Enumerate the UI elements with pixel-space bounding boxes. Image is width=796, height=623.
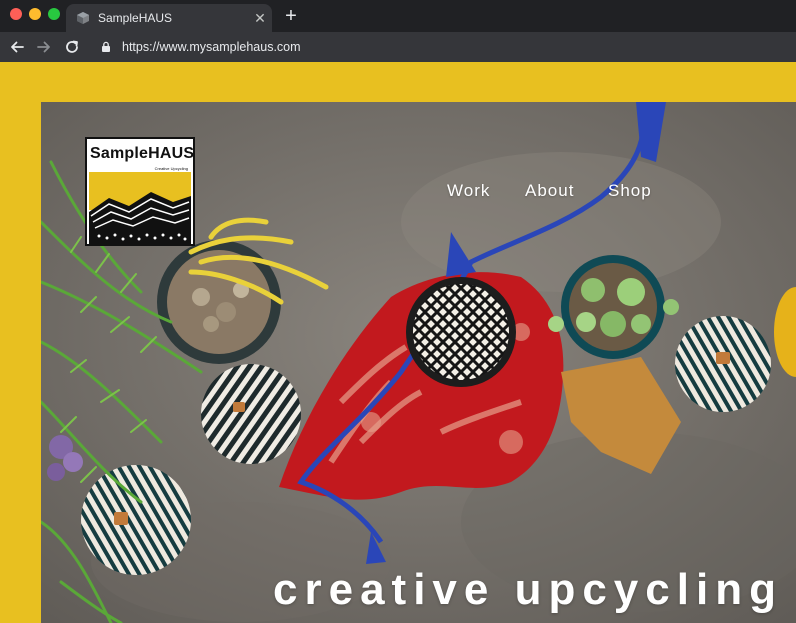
logo-tagline: Creative Upcycling — [154, 166, 188, 171]
browser-toolbar: https://www.mysamplehaus.com — [0, 32, 796, 62]
reload-button[interactable] — [61, 36, 83, 58]
site-logo[interactable]: SampleHAUS Creative Upcycling — [85, 137, 195, 246]
close-window-button[interactable] — [10, 8, 22, 20]
hero-headline: creative upcycling — [273, 565, 783, 614]
forward-button[interactable] — [33, 36, 55, 58]
logo-wordmark: SampleHAUS — [90, 145, 195, 162]
arrow-right-icon — [37, 41, 50, 53]
tab-strip: SampleHAUS ✕ + — [0, 0, 796, 32]
logo-mountain-art — [89, 172, 191, 244]
tab-title: SampleHAUS — [98, 11, 173, 25]
page-viewport: SampleHAUS Creative Upcycling Work About… — [0, 62, 796, 623]
url-text: https://www.mysamplehaus.com — [122, 40, 301, 54]
back-button[interactable] — [6, 36, 28, 58]
new-tab-button[interactable]: + — [280, 5, 302, 27]
close-tab-icon[interactable]: ✕ — [248, 10, 272, 27]
minimize-window-button[interactable] — [29, 8, 41, 20]
reload-icon — [66, 40, 78, 53]
hero-image: SampleHAUS Creative Upcycling Work About… — [41, 102, 796, 623]
address-bar[interactable]: https://www.mysamplehaus.com — [92, 35, 792, 59]
nav-link-shop[interactable]: Shop — [608, 181, 652, 201]
lock-icon — [102, 41, 110, 52]
nav-link-about[interactable]: About — [525, 181, 574, 201]
arrow-left-icon — [11, 41, 24, 53]
nav-link-work[interactable]: Work — [447, 181, 490, 201]
tab-samplehaus[interactable]: SampleHAUS ✕ — [66, 4, 272, 32]
browser-window: SampleHAUS ✕ + https://www.mysamplehaus.… — [0, 0, 796, 623]
maximize-window-button[interactable] — [48, 8, 60, 20]
cube-icon — [77, 12, 89, 24]
